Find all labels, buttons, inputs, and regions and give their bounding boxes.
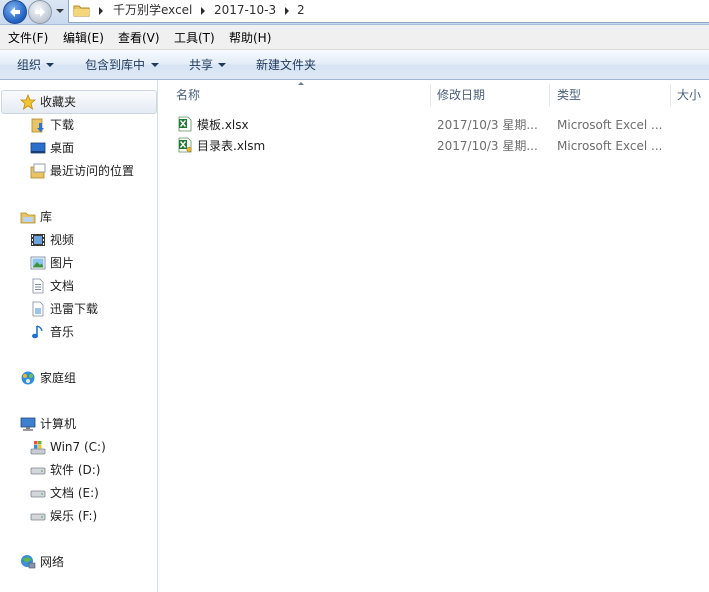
menu-file[interactable]: 文件(F) [8,30,48,46]
nav-label: 软件 (D:) [50,463,101,477]
menu-edit[interactable]: 编辑(E) [63,30,104,46]
file-modified: 2017/10/3 星期... [437,118,538,132]
nav-favorites[interactable]: 收藏夹 [20,93,150,111]
menu-bar: 文件(F) 编辑(E) 查看(V) 工具(T) 帮助(H) [0,25,709,50]
hard-drive-icon [30,513,46,521]
breadcrumb-segment[interactable]: 千万别学excel [113,2,192,18]
hard-drive-icon [30,467,46,475]
nav-item-music[interactable]: 音乐 [30,323,150,341]
nav-drive-f[interactable]: 娱乐 (F:) [30,507,150,525]
recent-places-icon [30,163,46,179]
organize-button[interactable]: 组织 [17,57,41,73]
folder-icon [73,5,90,17]
column-header-size[interactable]: 大小 [677,87,701,103]
nav-label: 图片 [50,256,75,270]
star-icon [20,94,36,110]
file-modified: 2017/10/3 星期... [437,139,538,153]
file-row[interactable]: 模板.xlsx 2017/10/3 星期... Microsoft Excel … [174,115,674,135]
include-in-library-button[interactable]: 包含到库中 [85,57,145,73]
nav-item-documents[interactable]: 文档 [30,277,150,295]
chevron-down-icon[interactable] [46,63,54,67]
document-icon [32,301,44,317]
windows-drive-icon [30,441,46,455]
nav-label: 下载 [50,118,75,132]
chevron-down-icon[interactable] [218,63,226,67]
file-type: Microsoft Excel ... [557,118,663,132]
nav-label: 计算机 [40,417,77,431]
file-name[interactable]: 模板.xlsx [197,117,249,133]
nav-label: 桌面 [50,141,75,155]
nav-label: Win7 (C:) [50,440,106,454]
file-name[interactable]: 目录表.xlsm [197,138,265,154]
nav-item-pictures[interactable]: 图片 [30,254,150,272]
nav-homegroup[interactable]: 家庭组 [20,369,150,387]
nav-item-desktop[interactable]: 桌面 [30,139,150,157]
column-header-modified[interactable]: 修改日期 [437,87,485,103]
back-arrow-icon [10,7,20,17]
forward-arrow-icon [35,7,45,17]
menu-help[interactable]: 帮助(H) [229,30,271,46]
chevron-down-icon[interactable] [151,63,159,67]
document-icon [32,278,44,294]
nav-label: 文档 (E:) [50,486,99,500]
music-note-icon [32,325,43,339]
menu-view[interactable]: 查看(V) [118,30,160,46]
excel-macro-file-icon [178,137,192,153]
computer-icon [20,417,36,431]
sort-ascending-icon [298,82,304,85]
share-button[interactable]: 共享 [189,57,213,73]
excel-file-icon [178,116,192,132]
breadcrumb[interactable]: 千万别学excel 2017-10-3 2 [68,0,709,23]
nav-label: 娱乐 (F:) [50,509,98,523]
new-folder-button[interactable]: 新建文件夹 [256,57,316,73]
nav-libraries[interactable]: 库 [20,208,150,226]
nav-label: 文档 [50,279,75,293]
breadcrumb-separator-icon[interactable] [201,7,205,15]
menu-tools[interactable]: 工具(T) [174,30,215,46]
nav-label: 音乐 [50,325,75,339]
nav-item-videos[interactable]: 视频 [30,231,150,249]
nav-drive-e[interactable]: 文档 (E:) [30,484,150,502]
column-header-name[interactable]: 名称 [176,87,200,103]
column-divider[interactable] [430,84,431,106]
network-icon [21,555,36,569]
column-header-type[interactable]: 类型 [557,87,581,103]
nav-label: 收藏夹 [40,95,77,109]
nav-network[interactable]: 网络 [20,553,150,571]
breadcrumb-separator-icon[interactable] [285,7,289,15]
forward-button[interactable] [28,0,52,24]
command-bar: 组织 包含到库中 共享 新建文件夹 [0,50,709,80]
nav-label: 网络 [40,555,65,569]
nav-item-xunlei-downloads[interactable]: 迅雷下载 [30,300,154,318]
nav-drive-c[interactable]: Win7 (C:) [30,438,150,456]
nav-label: 家庭组 [40,371,77,385]
nav-label: 视频 [50,233,75,247]
homegroup-icon [21,371,35,385]
nav-item-recent-places[interactable]: 最近访问的位置 [30,162,154,180]
nav-label: 最近访问的位置 [50,164,135,178]
breadcrumb-segment[interactable]: 2 [297,2,305,18]
recent-pages-dropdown[interactable] [54,4,66,18]
picture-icon [30,256,46,270]
desktop-icon [30,142,46,154]
file-list [158,80,709,592]
column-divider[interactable] [670,84,671,106]
chevron-down-icon [56,9,64,13]
column-divider[interactable] [549,84,550,106]
hard-drive-icon [30,490,46,498]
breadcrumb-separator-icon[interactable] [99,7,103,15]
nav-label: 迅雷下载 [50,302,99,316]
nav-label: 库 [40,210,53,224]
breadcrumb-segment[interactable]: 2017-10-3 [214,2,276,18]
video-icon [31,234,45,246]
nav-drive-d[interactable]: 软件 (D:) [30,461,150,479]
file-row[interactable]: 目录表.xlsm 2017/10/3 星期... Microsoft Excel… [174,136,674,156]
library-icon [20,212,36,224]
back-button[interactable] [3,0,27,24]
download-folder-icon [31,118,44,133]
nav-computer[interactable]: 计算机 [20,415,150,433]
address-bar: 千万别学excel 2017-10-3 2 [0,0,709,25]
nav-item-downloads[interactable]: 下载 [30,116,150,134]
file-type: Microsoft Excel ... [557,139,663,153]
